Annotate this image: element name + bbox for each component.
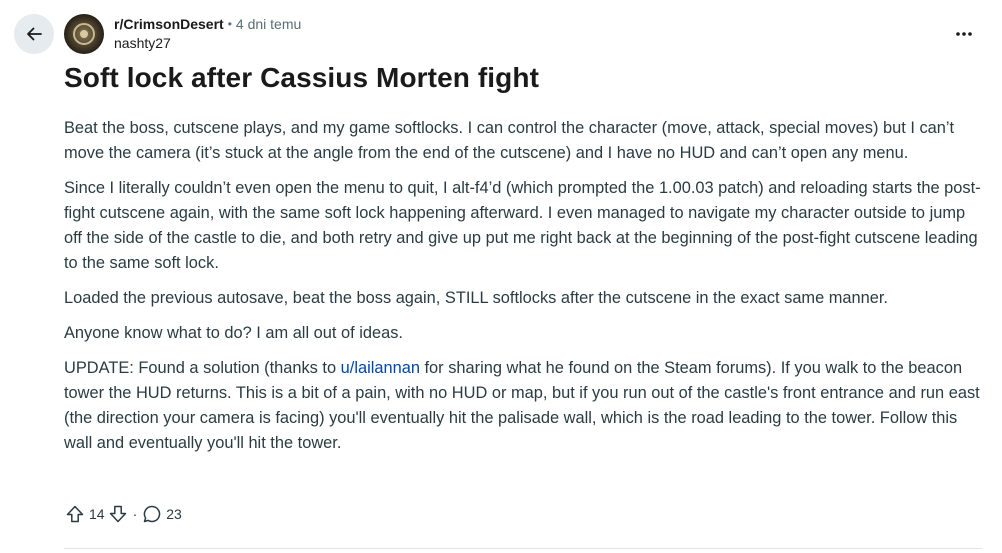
- post-page: r/CrimsonDesert • 4 dni temu nashty27 So…: [0, 0, 1002, 553]
- vote-count: 14: [89, 506, 105, 522]
- post-divider: [64, 548, 982, 549]
- author-link[interactable]: nashty27: [114, 34, 301, 53]
- subreddit-link[interactable]: r/CrimsonDesert: [114, 15, 224, 34]
- back-button[interactable]: [14, 14, 54, 54]
- comments-button[interactable]: [141, 502, 163, 526]
- upvote-arrow-icon: [66, 505, 84, 523]
- post-paragraph: Loaded the previous autosave, beat the b…: [64, 289, 888, 307]
- post-actions: 14 · 23: [64, 502, 184, 526]
- overflow-menu-button[interactable]: [948, 20, 980, 48]
- post-header: r/CrimsonDesert • 4 dni temu nashty27: [64, 14, 301, 54]
- post-paragraph: Since I literally couldn’t even open the…: [64, 179, 981, 272]
- subreddit-avatar[interactable]: [64, 14, 104, 54]
- post-body: Beat the boss, cutscene plays, and my ga…: [64, 116, 982, 466]
- arrow-left-icon: [27, 27, 42, 41]
- meta-separator: •: [227, 17, 232, 31]
- post-title: Soft lock after Cassius Morten fight: [64, 62, 539, 93]
- post-paragraph: Anyone know what to do? I am all out of …: [64, 324, 403, 342]
- post-time: 4 dni temu: [235, 16, 302, 32]
- actions-separator: ·: [132, 506, 138, 522]
- upvote-button[interactable]: [64, 502, 86, 526]
- update-text-before: UPDATE: Found a solution (thanks to: [64, 359, 341, 377]
- more-horizontal-icon: [956, 32, 972, 36]
- comment-bubble-icon: [143, 505, 161, 523]
- user-link[interactable]: u/lailannan: [341, 359, 420, 377]
- downvote-arrow-icon: [109, 505, 126, 523]
- post-meta-top: r/CrimsonDesert • 4 dni temu: [114, 15, 301, 34]
- post-update-paragraph: UPDATE: Found a solution (thanks to u/la…: [64, 356, 982, 456]
- downvote-button[interactable]: [107, 502, 129, 526]
- post-paragraph: Beat the boss, cutscene plays, and my ga…: [64, 119, 955, 162]
- post-meta: r/CrimsonDesert • 4 dni temu nashty27: [114, 15, 301, 53]
- comment-count: 23: [166, 506, 182, 522]
